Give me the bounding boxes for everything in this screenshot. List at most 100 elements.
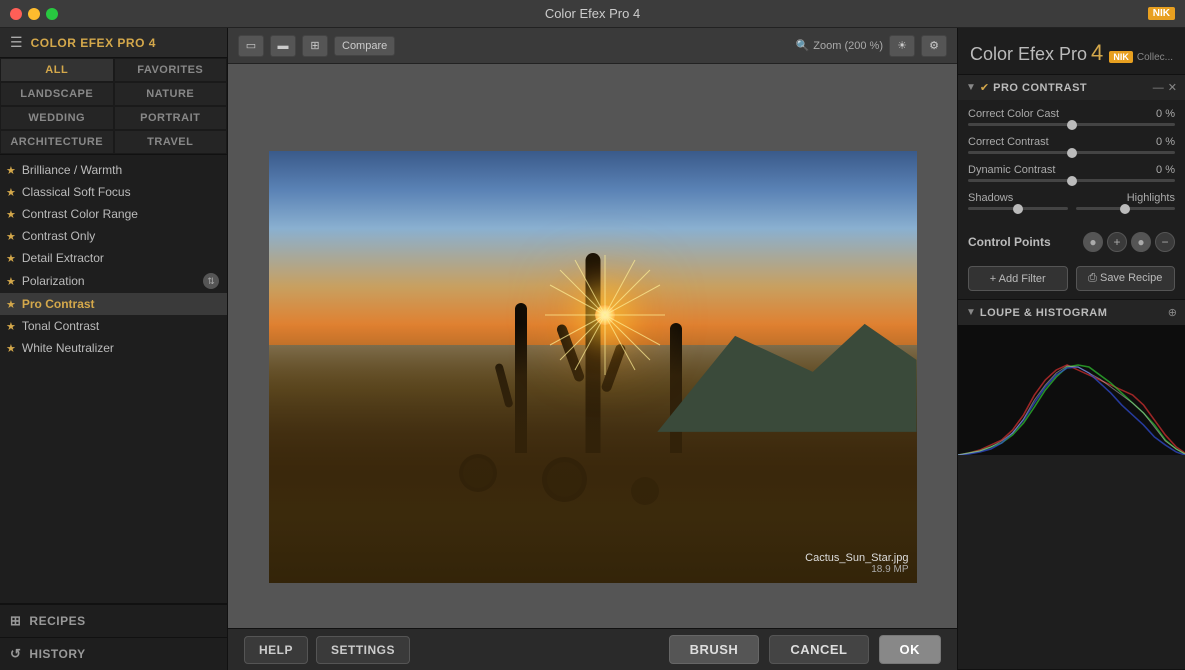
filter-name: Classical Soft Focus [22,185,219,199]
sidebar-bottom: ⊞ RECIPES ↺ HISTORY [0,603,227,670]
star-icon: ★ [6,208,16,221]
panel-title-accent: 4 [1091,40,1103,66]
slider-track-color-cast[interactable] [968,123,1175,126]
cancel-button[interactable]: CANCEL [769,635,868,664]
cat-tab-nature[interactable]: NATURE [114,82,228,106]
grid-view-icon[interactable]: ⊞ [302,35,328,57]
star-icon: ★ [6,164,16,177]
slider-value-color-cast: 0 % [1156,108,1175,120]
star-icon: ★ [6,275,16,288]
history-item[interactable]: ↺ HISTORY [0,637,227,670]
settings-button[interactable]: SETTINGS [316,636,410,664]
photo-frame: Cactus_Sun_Star.jpg 18.9 MP [269,151,917,583]
filter-item-brilliance[interactable]: ★ Brilliance / Warmth [0,159,227,181]
filter-item-white[interactable]: ★ White Neutralizer [0,337,227,359]
right-panel: Color Efex Pro 4 NIK Collec... ▼ ✔ PRO C… [957,28,1185,670]
compare-button[interactable]: Compare [334,36,395,56]
add-filter-button[interactable]: + Add Filter [968,266,1068,291]
section-label: PRO CONTRAST [993,82,1149,94]
maximize-button[interactable] [46,8,58,20]
slider-dynamic-contrast: Dynamic Contrast 0 % [968,164,1175,182]
panel-header: Color Efex Pro 4 NIK Collec... [958,28,1185,75]
sidebar-header: ☰ COLOR EFEX PRO 4 [0,28,227,58]
check-icon: ✔ [980,81,989,94]
history-icon: ↺ [10,646,21,662]
cp-minus-btn[interactable]: ● [1131,232,1151,252]
star-icon: ★ [6,230,16,243]
section-actions: — ✕ [1153,81,1177,94]
sidebar: ☰ COLOR EFEX PRO 4 ALL FAVORITES LANDSCA… [0,28,228,670]
pin-icon[interactable]: ⊕ [1168,306,1177,319]
menu-icon[interactable]: ☰ [10,34,23,51]
filter-item-tonal[interactable]: ★ Tonal Contrast [0,315,227,337]
histogram-section-label: LOUPE & HISTOGRAM [980,307,1164,319]
cat-tab-architecture[interactable]: ARCHITECTURE [0,130,114,154]
filter-name: Detail Extractor [22,251,219,265]
cp-add-btn[interactable]: + [1107,232,1127,252]
recipes-label: RECIPES [29,614,85,628]
image-container: Cactus_Sun_Star.jpg 18.9 MP [228,64,957,670]
filter-item-detail[interactable]: ★ Detail Extractor [0,247,227,269]
zoom-label: Zoom (200 %) [813,40,883,52]
filter-item-contrast-color[interactable]: ★ Contrast Color Range [0,203,227,225]
sun-burst [565,275,645,355]
save-recipe-button[interactable]: ⎙ Save Recipe [1076,266,1176,291]
cat-tab-landscape[interactable]: LANDSCAPE [0,82,114,106]
filter-name: Contrast Only [22,229,219,243]
settings-icon[interactable]: ⚙ [921,35,947,57]
help-button[interactable]: HELP [244,636,308,664]
star-icon: ★ [6,320,16,333]
brightness-icon[interactable]: ☀ [889,35,915,57]
highlights-slider[interactable] [1076,207,1176,210]
filter-item-polarization[interactable]: ★ Polarization ⇅ [0,269,227,293]
filter-badge: ⇅ [203,273,219,289]
photo-background [269,151,917,583]
filter-name: White Neutralizer [22,341,219,355]
filter-name: Brilliance / Warmth [22,163,219,177]
slider-track-dynamic-contrast[interactable] [968,179,1175,182]
close-icon[interactable]: ✕ [1168,81,1177,94]
filter-name: Pro Contrast [22,297,219,311]
cat-tab-favorites[interactable]: FAVORITES [114,58,228,82]
traffic-lights [10,8,58,20]
filter-item-contrast-only[interactable]: ★ Contrast Only [0,225,227,247]
slider-correct-contrast: Correct Contrast 0 % [968,136,1175,154]
filter-name: Tonal Contrast [22,319,219,333]
dual-slider-shadows-highlights: Shadows Highlights [968,192,1175,210]
star-icon: ★ [6,186,16,199]
filter-item-classical[interactable]: ★ Classical Soft Focus [0,181,227,203]
section-header-histogram[interactable]: ▼ LOUPE & HISTOGRAM ⊕ [958,300,1185,325]
cat-tab-all[interactable]: ALL [0,58,114,82]
cp-delete-btn[interactable]: − [1155,232,1175,252]
brush-button[interactable]: BRUSH [669,635,760,664]
nik-logo: NIK [1109,51,1133,63]
main-layout: ☰ COLOR EFEX PRO 4 ALL FAVORITES LANDSCA… [0,28,1185,670]
minimize-button[interactable] [28,8,40,20]
shadows-slider[interactable] [968,207,1068,210]
recipes-icon: ⊞ [10,613,21,629]
slider-track-correct-contrast[interactable] [968,151,1175,154]
cat-tab-travel[interactable]: TRAVEL [114,130,228,154]
cp-eye-btn[interactable]: ● [1083,232,1103,252]
collapse-icon[interactable]: — [1153,82,1164,94]
slider-value-correct-contrast: 0 % [1156,136,1175,148]
section-body-pro-contrast: Correct Color Cast 0 % Correct Contrast … [958,100,1185,226]
section-header-pro-contrast[interactable]: ▼ ✔ PRO CONTRAST — ✕ [958,75,1185,100]
slider-label-correct-contrast: Correct Contrast [968,136,1049,148]
slider-correct-color-cast: Correct Color Cast 0 % [968,108,1175,126]
filter-item-pro-contrast[interactable]: ★ Pro Contrast [0,293,227,315]
split-view-icon[interactable]: ▬ [270,35,296,57]
recipes-item[interactable]: ⊞ RECIPES [0,604,227,637]
pro-contrast-section: ▼ ✔ PRO CONTRAST — ✕ Correct Color Cast … [958,75,1185,300]
highlights-label: Highlights [1127,192,1175,204]
layout-icon[interactable]: ▭ [238,35,264,57]
cat-tab-wedding[interactable]: WEDDING [0,106,114,130]
zoom-display: 🔍 Zoom (200 %) [796,39,883,52]
histogram-canvas [958,325,1185,455]
cat-tab-portrait[interactable]: PORTRAIT [114,106,228,130]
ok-button[interactable]: OK [879,635,942,664]
window-title: Color Efex Pro 4 [545,6,640,21]
control-points-label: Control Points [968,235,1079,249]
slider-value-dynamic-contrast: 0 % [1156,164,1175,176]
close-button[interactable] [10,8,22,20]
